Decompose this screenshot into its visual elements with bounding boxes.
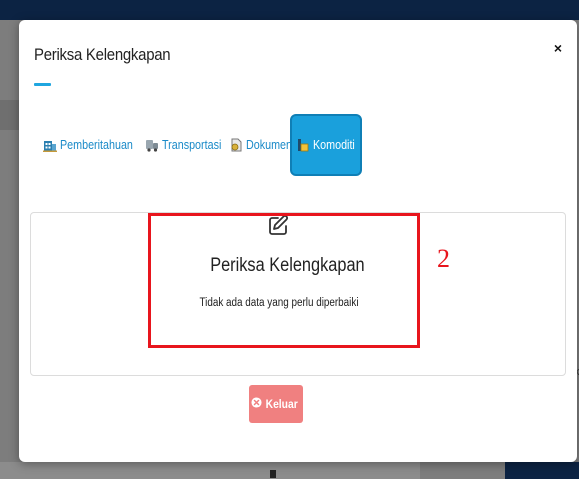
tab-label: Komoditi	[313, 138, 356, 152]
close-button[interactable]: ×	[550, 39, 566, 57]
tab-label: Dokumen	[246, 138, 293, 152]
tab-label: Pemberitahuan	[60, 138, 133, 152]
document-icon	[229, 138, 243, 152]
title-underline	[34, 83, 51, 86]
background-footer-left	[0, 462, 420, 479]
tab-komoditi[interactable]: Komoditi	[290, 114, 362, 176]
close-circle-icon	[251, 397, 262, 411]
background-header	[0, 0, 579, 20]
background-footer-right	[505, 462, 579, 479]
building-icon	[43, 138, 57, 152]
tab-transportasi[interactable]: Transportasi	[145, 130, 231, 160]
goods-icon	[296, 138, 310, 152]
tab-label: Transportasi	[162, 138, 222, 152]
tab-dokumen[interactable]: Dokumen	[229, 130, 300, 160]
truck-icon	[145, 138, 159, 152]
tab-pemberitahuan[interactable]: Pemberitahuan	[43, 130, 145, 160]
annotation-number: 2	[437, 244, 450, 273]
modal-title: Periksa Kelengkapan	[34, 45, 171, 64]
background-marker	[270, 470, 276, 478]
keluar-button[interactable]: Keluar	[249, 385, 303, 423]
keluar-label: Keluar	[265, 397, 299, 411]
annotation-box	[148, 213, 420, 348]
